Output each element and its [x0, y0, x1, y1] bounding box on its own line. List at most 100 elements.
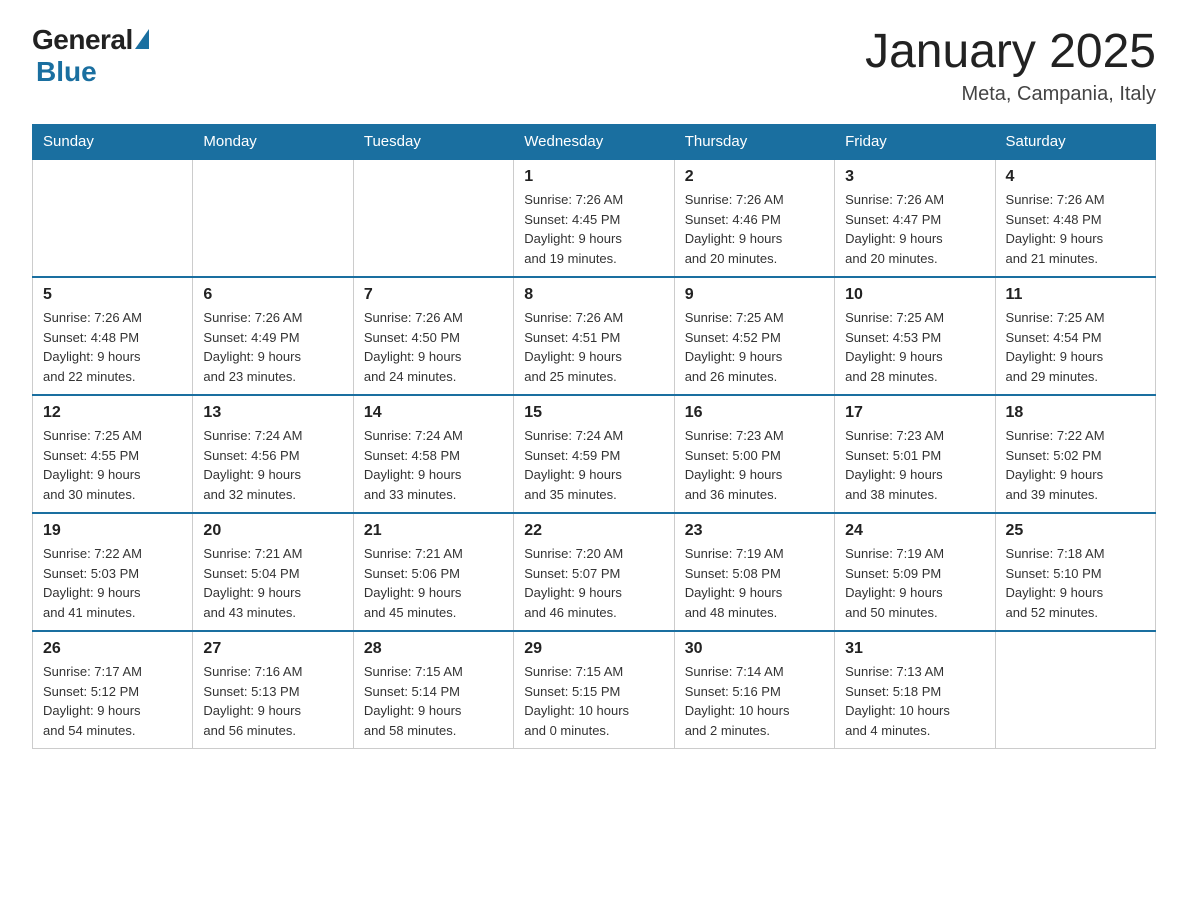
calendar-week-4: 19 Sunrise: 7:22 AMSunset: 5:03 PMDayligh… — [33, 513, 1156, 631]
logo: General Blue — [32, 24, 149, 88]
calendar-cell: 11 Sunrise: 7:25 AMSunset: 4:54 PMDayligh… — [995, 277, 1155, 395]
day-info: Sunrise: 7:23 AMSunset: 5:00 PMDaylight:… — [685, 426, 824, 504]
day-info: Sunrise: 7:20 AMSunset: 5:07 PMDaylight:… — [524, 544, 663, 622]
calendar-cell: 3 Sunrise: 7:26 AMSunset: 4:47 PMDaylight… — [835, 159, 995, 277]
calendar-cell: 19 Sunrise: 7:22 AMSunset: 5:03 PMDayligh… — [33, 513, 193, 631]
day-info: Sunrise: 7:19 AMSunset: 5:08 PMDaylight:… — [685, 544, 824, 622]
day-info: Sunrise: 7:25 AMSunset: 4:52 PMDaylight:… — [685, 308, 824, 386]
calendar-cell: 20 Sunrise: 7:21 AMSunset: 5:04 PMDayligh… — [193, 513, 353, 631]
day-number: 16 — [685, 404, 824, 422]
day-info: Sunrise: 7:18 AMSunset: 5:10 PMDaylight:… — [1006, 544, 1145, 622]
day-info: Sunrise: 7:17 AMSunset: 5:12 PMDaylight:… — [43, 662, 182, 740]
day-info: Sunrise: 7:23 AMSunset: 5:01 PMDaylight:… — [845, 426, 984, 504]
calendar-cell: 6Sunrise: 7:26 AMSunset: 4:49 PMDaylight… — [193, 277, 353, 395]
day-number: 21 — [364, 522, 503, 540]
calendar-cell: 2 Sunrise: 7:26 AMSunset: 4:46 PMDaylight… — [674, 159, 834, 277]
day-info: Sunrise: 7:26 AMSunset: 4:50 PMDaylight:… — [364, 308, 503, 386]
column-header-sunday: Sunday — [33, 125, 193, 160]
calendar-body: 1Sunrise: 7:26 AMSunset: 4:45 PMDaylight… — [33, 159, 1156, 749]
calendar-cell: 26Sunrise: 7:17 AMSunset: 5:12 PMDayligh… — [33, 631, 193, 749]
calendar-cell: 16 Sunrise: 7:23 AMSunset: 5:00 PMDayligh… — [674, 395, 834, 513]
day-number: 9 — [685, 286, 824, 304]
calendar-cell: 21 Sunrise: 7:21 AMSunset: 5:06 PMDayligh… — [353, 513, 513, 631]
day-info: Sunrise: 7:25 AMSunset: 4:55 PMDaylight:… — [43, 426, 182, 504]
day-info: Sunrise: 7:22 AMSunset: 5:03 PMDaylight:… — [43, 544, 182, 622]
column-header-thursday: Thursday — [674, 125, 834, 160]
day-info: Sunrise: 7:26 AMSunset: 4:48 PMDaylight:… — [43, 308, 182, 386]
header-row: SundayMondayTuesdayWednesdayThursdayFrid… — [33, 125, 1156, 160]
calendar-cell: 25Sunrise: 7:18 AMSunset: 5:10 PMDayligh… — [995, 513, 1155, 631]
logo-general-text: General — [32, 24, 133, 56]
day-info: Sunrise: 7:19 AMSunset: 5:09 PMDaylight:… — [845, 544, 984, 622]
logo-blue-text: Blue — [36, 56, 97, 88]
header: General Blue January 2025 Meta, Campania… — [32, 24, 1156, 106]
day-info: Sunrise: 7:25 AMSunset: 4:54 PMDaylight:… — [1006, 308, 1145, 386]
calendar-cell — [995, 631, 1155, 749]
calendar-cell: 29Sunrise: 7:15 AMSunset: 5:15 PMDayligh… — [514, 631, 674, 749]
day-number: 3 — [845, 168, 984, 186]
day-info: Sunrise: 7:26 AMSunset: 4:49 PMDaylight:… — [203, 308, 342, 386]
column-header-wednesday: Wednesday — [514, 125, 674, 160]
calendar-week-3: 12 Sunrise: 7:25 AMSunset: 4:55 PMDayligh… — [33, 395, 1156, 513]
day-number: 27 — [203, 640, 342, 658]
day-number: 4 — [1006, 168, 1145, 186]
day-number: 20 — [203, 522, 342, 540]
calendar-cell: 15 Sunrise: 7:24 AMSunset: 4:59 PMDayligh… — [514, 395, 674, 513]
day-info: Sunrise: 7:22 AMSunset: 5:02 PMDaylight:… — [1006, 426, 1145, 504]
calendar-cell — [353, 159, 513, 277]
calendar-week-1: 1Sunrise: 7:26 AMSunset: 4:45 PMDaylight… — [33, 159, 1156, 277]
day-number: 5 — [43, 286, 182, 304]
column-header-monday: Monday — [193, 125, 353, 160]
day-info: Sunrise: 7:15 AMSunset: 5:14 PMDaylight:… — [364, 662, 503, 740]
day-number: 12 — [43, 404, 182, 422]
calendar-cell: 18 Sunrise: 7:22 AMSunset: 5:02 PMDayligh… — [995, 395, 1155, 513]
day-info: Sunrise: 7:21 AMSunset: 5:06 PMDaylight:… — [364, 544, 503, 622]
calendar-cell: 30Sunrise: 7:14 AMSunset: 5:16 PMDayligh… — [674, 631, 834, 749]
day-info: Sunrise: 7:26 AMSunset: 4:46 PMDaylight:… — [685, 190, 824, 268]
day-number: 7 — [364, 286, 503, 304]
day-info: Sunrise: 7:21 AMSunset: 5:04 PMDaylight:… — [203, 544, 342, 622]
day-number: 28 — [364, 640, 503, 658]
day-number: 10 — [845, 286, 984, 304]
calendar-week-5: 26Sunrise: 7:17 AMSunset: 5:12 PMDayligh… — [33, 631, 1156, 749]
day-info: Sunrise: 7:24 AMSunset: 4:56 PMDaylight:… — [203, 426, 342, 504]
day-number: 30 — [685, 640, 824, 658]
day-info: Sunrise: 7:24 AMSunset: 4:59 PMDaylight:… — [524, 426, 663, 504]
calendar-week-2: 5 Sunrise: 7:26 AMSunset: 4:48 PMDaylight… — [33, 277, 1156, 395]
calendar-cell: 9 Sunrise: 7:25 AMSunset: 4:52 PMDaylight… — [674, 277, 834, 395]
title-area: January 2025 Meta, Campania, Italy — [865, 24, 1156, 106]
calendar-cell: 10Sunrise: 7:25 AMSunset: 4:53 PMDayligh… — [835, 277, 995, 395]
day-number: 11 — [1006, 286, 1145, 304]
day-info: Sunrise: 7:16 AMSunset: 5:13 PMDaylight:… — [203, 662, 342, 740]
day-number: 13 — [203, 404, 342, 422]
calendar-cell: 23 Sunrise: 7:19 AMSunset: 5:08 PMDayligh… — [674, 513, 834, 631]
calendar-cell: 4Sunrise: 7:26 AMSunset: 4:48 PMDaylight… — [995, 159, 1155, 277]
calendar-cell: 24 Sunrise: 7:19 AMSunset: 5:09 PMDayligh… — [835, 513, 995, 631]
calendar-cell: 7 Sunrise: 7:26 AMSunset: 4:50 PMDaylight… — [353, 277, 513, 395]
day-number: 31 — [845, 640, 984, 658]
day-number: 8 — [524, 286, 663, 304]
calendar-cell: 17Sunrise: 7:23 AMSunset: 5:01 PMDayligh… — [835, 395, 995, 513]
calendar-cell: 8 Sunrise: 7:26 AMSunset: 4:51 PMDaylight… — [514, 277, 674, 395]
calendar-header: SundayMondayTuesdayWednesdayThursdayFrid… — [33, 125, 1156, 160]
day-number: 23 — [685, 522, 824, 540]
calendar-cell: 27 Sunrise: 7:16 AMSunset: 5:13 PMDayligh… — [193, 631, 353, 749]
month-title: January 2025 — [865, 24, 1156, 79]
calendar-cell: 1Sunrise: 7:26 AMSunset: 4:45 PMDaylight… — [514, 159, 674, 277]
location: Meta, Campania, Italy — [865, 83, 1156, 106]
day-number: 22 — [524, 522, 663, 540]
calendar-cell: 22 Sunrise: 7:20 AMSunset: 5:07 PMDayligh… — [514, 513, 674, 631]
day-number: 15 — [524, 404, 663, 422]
day-info: Sunrise: 7:26 AMSunset: 4:47 PMDaylight:… — [845, 190, 984, 268]
calendar-table: SundayMondayTuesdayWednesdayThursdayFrid… — [32, 124, 1156, 749]
day-number: 18 — [1006, 404, 1145, 422]
day-number: 24 — [845, 522, 984, 540]
day-info: Sunrise: 7:26 AMSunset: 4:45 PMDaylight:… — [524, 190, 663, 268]
day-number: 2 — [685, 168, 824, 186]
day-info: Sunrise: 7:26 AMSunset: 4:51 PMDaylight:… — [524, 308, 663, 386]
day-number: 19 — [43, 522, 182, 540]
day-info: Sunrise: 7:15 AMSunset: 5:15 PMDaylight:… — [524, 662, 663, 740]
calendar-cell: 13 Sunrise: 7:24 AMSunset: 4:56 PMDayligh… — [193, 395, 353, 513]
day-info: Sunrise: 7:13 AMSunset: 5:18 PMDaylight:… — [845, 662, 984, 740]
column-header-saturday: Saturday — [995, 125, 1155, 160]
